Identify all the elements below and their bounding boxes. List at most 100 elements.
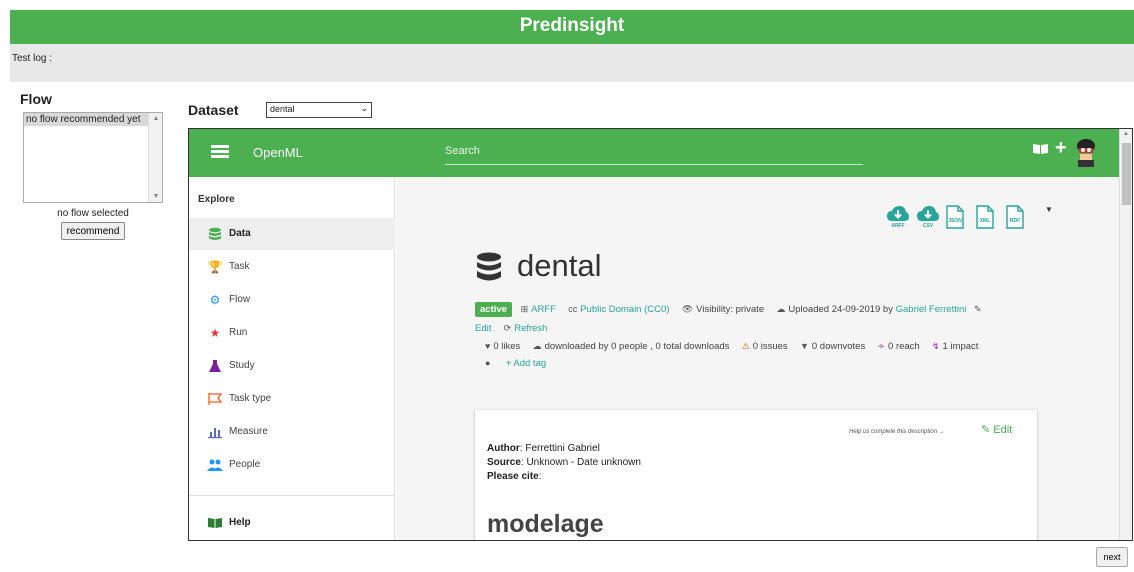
- dataset-stats-row: ♥ 0 likes ☁ downloaded by 0 people , 0 tot…: [485, 341, 978, 352]
- sidebar-item-task-type[interactable]: Task type: [189, 383, 395, 415]
- tags-row: ● + Add tag: [485, 358, 546, 369]
- eye-slash-icon: 👁: [681, 304, 694, 314]
- flow-listbox[interactable]: no flow recommended yet ▲ ▼: [23, 112, 163, 203]
- dataset-name: dental: [517, 248, 602, 283]
- impact-text: 1 impact: [942, 341, 979, 352]
- description-heading: modelage: [487, 510, 604, 538]
- downvotes-text: 0 downvotes: [811, 341, 866, 352]
- description-card: Help us complete this description → ✎ Ed…: [475, 410, 1037, 540]
- uploaded-text: Uploaded 24-09-2019 by: [788, 304, 893, 315]
- sidebar-item-run[interactable]: ★ Run: [189, 317, 395, 349]
- cloud-download-icon: [887, 206, 909, 221]
- frame-scrollbar[interactable]: ▲: [1119, 129, 1132, 540]
- file-icon: [1006, 205, 1024, 229]
- reach-text: 0 reach: [888, 341, 920, 352]
- cogs-icon: ⚙: [209, 293, 221, 307]
- sidebar-item-label: People: [229, 459, 261, 470]
- more-caret-icon[interactable]: ▼: [1045, 205, 1053, 214]
- openml-embedded-frame: OpenML Search + ▲ Explore Data 🏆 Task ⚙ …: [188, 128, 1133, 541]
- downloads-text: downloaded by 0 people , 0 total downloa…: [544, 341, 730, 352]
- sidebar-item-label: Data: [229, 228, 251, 239]
- license-link[interactable]: Public Domain (CC0): [580, 304, 669, 315]
- sidebar-item-task[interactable]: 🏆 Task: [189, 251, 395, 283]
- bar-chart-icon: [208, 428, 222, 439]
- chevron-down-icon: ⌄: [360, 103, 368, 113]
- flag-icon: [208, 393, 223, 405]
- add-plus-icon[interactable]: +: [1055, 137, 1067, 160]
- add-tag-link[interactable]: + Add tag: [506, 358, 546, 369]
- edit-icon: ✎: [981, 424, 991, 436]
- source-field: Source: Unknown - Date unknown: [487, 457, 641, 468]
- dataset-select[interactable]: dental ⌄: [266, 102, 372, 118]
- dataset-meta-row: active ⊞ ARFF cc Public Domain (CC0) 👁 Visi…: [475, 302, 1105, 317]
- description-hint: Help us complete this description →: [849, 429, 945, 435]
- file-icon: [946, 205, 964, 229]
- cloud-upload-icon: ☁: [776, 304, 786, 314]
- description-edit-button[interactable]: ✎ Edit: [981, 423, 1012, 436]
- refresh-link[interactable]: Refresh: [514, 323, 547, 334]
- sidebar-divider: [189, 495, 395, 496]
- description-edit-label: Edit: [993, 424, 1013, 436]
- flow-heading: Flow: [20, 91, 52, 107]
- hamburger-menu-icon[interactable]: [211, 145, 229, 159]
- rss-icon: ∻: [877, 341, 886, 351]
- cloud-icon: ☁: [532, 341, 542, 351]
- edit-link[interactable]: Edit: [475, 323, 491, 334]
- scrollbar-thumb[interactable]: [1122, 143, 1131, 205]
- dataset-actions-row: Edit ⟳ Refresh: [475, 323, 547, 334]
- next-button[interactable]: next: [1096, 547, 1128, 567]
- user-avatar-icon[interactable]: [1074, 137, 1098, 167]
- sidebar-item-measure[interactable]: Measure: [189, 416, 395, 448]
- refresh-icon[interactable]: ⟳: [504, 323, 512, 334]
- sidebar-item-flow[interactable]: ⚙ Flow: [189, 284, 395, 316]
- file-icon: [976, 205, 994, 229]
- test-log-bar: Test log :: [10, 44, 1134, 82]
- recommend-button[interactable]: recommend: [61, 222, 125, 240]
- download-json-button[interactable]: JSON: [946, 205, 970, 231]
- thumbs-down-icon: ▼: [799, 341, 809, 351]
- database-icon: [477, 252, 501, 281]
- download-rdf-button[interactable]: RDF: [1006, 205, 1030, 231]
- book-icon: [208, 518, 222, 528]
- sidebar-item-label: Task type: [229, 393, 272, 404]
- format-link[interactable]: ARFF: [531, 304, 556, 315]
- download-arff-button[interactable]: ARFF: [886, 205, 910, 231]
- flask-icon: [209, 360, 221, 372]
- sidebar-item-label: Help: [229, 517, 251, 528]
- search-input[interactable]: Search: [445, 145, 863, 165]
- app-title: Predinsight: [519, 15, 625, 36]
- cite-field: Please cite:: [487, 471, 542, 482]
- flow-list-scrollbar[interactable]: ▲ ▼: [148, 113, 162, 202]
- uploader-link[interactable]: Gabriel Ferrettini: [896, 304, 967, 315]
- tags-icon: ●: [485, 358, 491, 368]
- sidebar-item-label: Study: [229, 360, 255, 371]
- scroll-up-arrow-icon[interactable]: ▲: [1123, 131, 1129, 137]
- sidebar-item-label: Run: [229, 327, 248, 338]
- sidebar-item-label: Measure: [229, 426, 268, 437]
- sidebar-item-data[interactable]: Data: [189, 218, 395, 250]
- sidebar-item-help[interactable]: Help: [189, 509, 395, 539]
- scroll-down-arrow-icon[interactable]: ▼: [149, 193, 163, 200]
- openml-logo[interactable]: OpenML: [253, 145, 303, 160]
- flow-list-option[interactable]: no flow recommended yet: [24, 113, 148, 126]
- sidebar-item-label: Task: [229, 261, 250, 272]
- book-icon[interactable]: [1032, 143, 1049, 155]
- sidebar-item-label: Flow: [229, 294, 251, 305]
- users-icon: [207, 459, 223, 471]
- sidebar-item-study[interactable]: Study: [189, 350, 395, 382]
- bolt-icon: ↯: [932, 341, 940, 351]
- openml-header: OpenML Search +: [189, 129, 1119, 177]
- issues-text: 0 issues: [752, 341, 788, 352]
- dataset-heading: Dataset: [188, 102, 239, 118]
- edit-icon[interactable]: ✎: [974, 304, 982, 315]
- star-icon: ★: [209, 326, 221, 340]
- cite-label: Please cite: [487, 471, 539, 482]
- sidebar-item-people[interactable]: People: [189, 449, 395, 481]
- download-csv-button[interactable]: CSV: [916, 205, 940, 231]
- scroll-up-arrow-icon[interactable]: ▲: [149, 115, 163, 122]
- database-icon: [209, 227, 221, 240]
- warning-icon: ⚠: [741, 341, 750, 351]
- download-xml-button[interactable]: XML: [976, 205, 1000, 231]
- cloud-download-icon: [917, 206, 939, 221]
- explore-heading: Explore: [198, 194, 235, 205]
